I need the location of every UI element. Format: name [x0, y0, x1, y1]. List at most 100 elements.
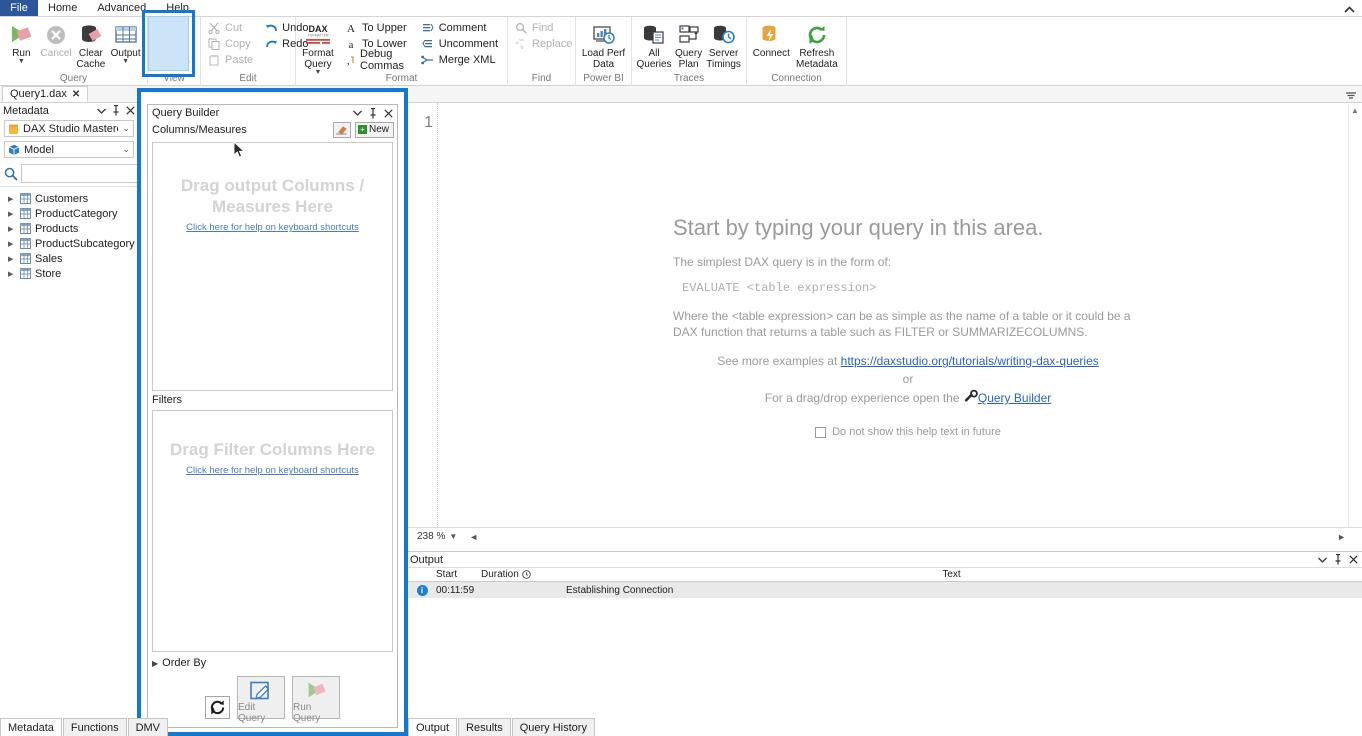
- copy-button[interactable]: Copy: [205, 36, 258, 52]
- chevron-down-icon[interactable]: [353, 110, 362, 116]
- columns-shortcuts-link[interactable]: Click here for help on keyboard shortcut…: [186, 222, 359, 233]
- close-icon[interactable]: ✕: [72, 89, 80, 100]
- clear-cache-button[interactable]: Clear Cache: [74, 19, 109, 71]
- chevron-right-icon[interactable]: ▶: [8, 210, 16, 218]
- hscroll-right-arrow-icon[interactable]: ►: [1337, 532, 1346, 542]
- close-icon[interactable]: [384, 108, 393, 118]
- chevron-down-icon[interactable]: ▼: [449, 532, 457, 541]
- table-row[interactable]: i 00:11:59 Establishing Connection: [408, 582, 1362, 598]
- filters-dropzone[interactable]: Drag Filter Columns Here Click here for …: [152, 410, 393, 653]
- merge-xml-button[interactable]: Merge XML: [419, 52, 503, 68]
- order-by-label: Order By: [162, 657, 207, 670]
- output-col-start[interactable]: Start: [436, 569, 481, 580]
- output-bottom-tabs: Output Results Query History: [408, 718, 596, 736]
- chevron-right-icon[interactable]: ▶: [8, 270, 16, 278]
- tab-metadata[interactable]: Metadata: [0, 718, 62, 736]
- tab-query-history[interactable]: Query History: [511, 718, 595, 736]
- pin-icon[interactable]: [369, 107, 377, 119]
- model-selector-value: Model: [24, 143, 54, 156]
- tree-item-sales[interactable]: ▶ Sales: [0, 251, 138, 266]
- tree-item-productsubcategory[interactable]: ▶ ProductSubcategory: [0, 236, 138, 251]
- order-by-section[interactable]: ▶ Order By: [148, 654, 397, 672]
- query-builder-link[interactable]: Query Builder: [978, 391, 1051, 405]
- columns-dropzone[interactable]: Drag output Columns / Measures Here Clic…: [152, 141, 393, 391]
- line-number: 1: [424, 114, 433, 131]
- load-perf-data-button[interactable]: Load Perf Data: [580, 19, 627, 71]
- chevron-down-icon[interactable]: [97, 108, 106, 114]
- chevron-down-icon[interactable]: ⌄: [122, 144, 130, 155]
- refresh-button[interactable]: [205, 696, 230, 720]
- tree-item-store[interactable]: ▶ Store: [0, 266, 138, 281]
- search-icon[interactable]: [4, 167, 18, 181]
- undo-icon: [264, 21, 278, 35]
- uncomment-button[interactable]: Uncomment: [419, 36, 503, 52]
- tree-item-products[interactable]: ▶ Products: [0, 221, 138, 236]
- query-plan-button[interactable]: Query Plan: [672, 19, 705, 71]
- scroll-up-arrow-icon[interactable]: ▲: [1351, 106, 1359, 115]
- tree-item-label: Products: [35, 222, 79, 235]
- pin-icon[interactable]: [112, 105, 120, 116]
- run-button[interactable]: Run ▼: [4, 19, 39, 69]
- refresh-metadata-button[interactable]: Refresh Metadata: [792, 19, 842, 71]
- ribbon-tab-help[interactable]: Help: [156, 0, 199, 16]
- ribbon-tab-file[interactable]: File: [0, 0, 38, 16]
- hscroll-left-arrow-icon[interactable]: ◄: [469, 532, 478, 542]
- tab-dmv[interactable]: DMV: [127, 718, 169, 736]
- edit-query-button[interactable]: Edit Query: [237, 676, 285, 724]
- filters-shortcuts-link[interactable]: Click here for help on keyboard shortcut…: [186, 465, 359, 476]
- to-upper-button[interactable]: A To Upper: [342, 20, 413, 36]
- chevron-right-icon[interactable]: ▶: [8, 195, 16, 203]
- tab-functions[interactable]: Functions: [62, 718, 127, 736]
- output-col-text[interactable]: Text: [541, 569, 1362, 580]
- help-line-1: The simplest DAX query is in the form of…: [673, 255, 892, 269]
- chevron-down-icon[interactable]: ▼: [18, 58, 25, 65]
- chevron-down-icon[interactable]: ⌄: [122, 123, 130, 134]
- paste-button[interactable]: Paste: [205, 52, 258, 68]
- tab-results[interactable]: Results: [458, 718, 511, 736]
- database-selector[interactable]: DAX Studio Masterclass ⌄: [4, 120, 134, 137]
- chevron-up-icon[interactable]: [1342, 2, 1356, 16]
- new-measure-button[interactable]: + New: [354, 121, 394, 138]
- columns-measures-label: Columns/Measures: [152, 124, 247, 137]
- chevron-down-icon[interactable]: ▼: [122, 58, 129, 65]
- find-button[interactable]: Find: [512, 20, 577, 36]
- all-queries-button[interactable]: All Queries: [636, 19, 672, 71]
- output-col-duration[interactable]: Duration: [481, 569, 541, 580]
- query-builder-actions: Edit Query Run Query: [148, 672, 397, 727]
- pin-icon[interactable]: [1334, 554, 1342, 565]
- format-query-button[interactable]: DAX FORMATTER Format Query ▼: [300, 19, 336, 77]
- cancel-button[interactable]: Cancel: [39, 19, 74, 69]
- ribbon-tab-home[interactable]: Home: [38, 0, 88, 16]
- replace-button[interactable]: ab Replace: [512, 36, 577, 52]
- output-button[interactable]: Output ▼: [108, 19, 143, 69]
- run-query-button[interactable]: Run Query: [292, 676, 340, 724]
- chevron-down-icon[interactable]: [1318, 557, 1327, 563]
- model-selector[interactable]: Model ⌄: [4, 141, 134, 158]
- close-icon[interactable]: [126, 106, 135, 115]
- ribbon-tab-advanced[interactable]: Advanced: [87, 0, 156, 16]
- connect-button[interactable]: Connect: [751, 19, 792, 69]
- query-editor[interactable]: 1 Start by typing your query in this are…: [408, 103, 1362, 545]
- cut-button[interactable]: Cut: [205, 20, 258, 36]
- tree-item-productcategory[interactable]: ▶ ProductCategory: [0, 206, 138, 221]
- chevron-right-icon[interactable]: ▶: [8, 255, 16, 263]
- do-not-show-help-checkbox[interactable]: [815, 426, 827, 438]
- document-tab-query1[interactable]: Query1.dax ✕: [2, 86, 89, 102]
- query-builder-button-selected-state: [148, 16, 189, 71]
- tab-dmv-label: DMV: [135, 721, 161, 734]
- chevron-right-icon[interactable]: ▶: [8, 240, 16, 248]
- clear-columns-button[interactable]: [332, 121, 351, 138]
- tree-item-label: ProductCategory: [35, 207, 118, 220]
- dock-menu-icon[interactable]: [1345, 91, 1357, 101]
- chevron-right-icon[interactable]: ▶: [152, 659, 158, 668]
- debug-commas-button[interactable]: , Debug Commas: [342, 48, 413, 72]
- tree-item-customers[interactable]: ▶ Customers: [0, 191, 138, 206]
- dax-tutorial-link[interactable]: https://daxstudio.org/tutorials/writing-…: [841, 354, 1099, 368]
- comment-button[interactable]: Comment: [419, 20, 503, 36]
- close-icon[interactable]: [1349, 555, 1358, 564]
- table-icon: [20, 268, 31, 279]
- chevron-right-icon[interactable]: ▶: [8, 225, 16, 233]
- editor-vertical-scrollbar[interactable]: ▲ ▼: [1348, 104, 1361, 542]
- server-timings-button[interactable]: Server Timings: [705, 19, 742, 71]
- tab-output[interactable]: Output: [408, 718, 458, 736]
